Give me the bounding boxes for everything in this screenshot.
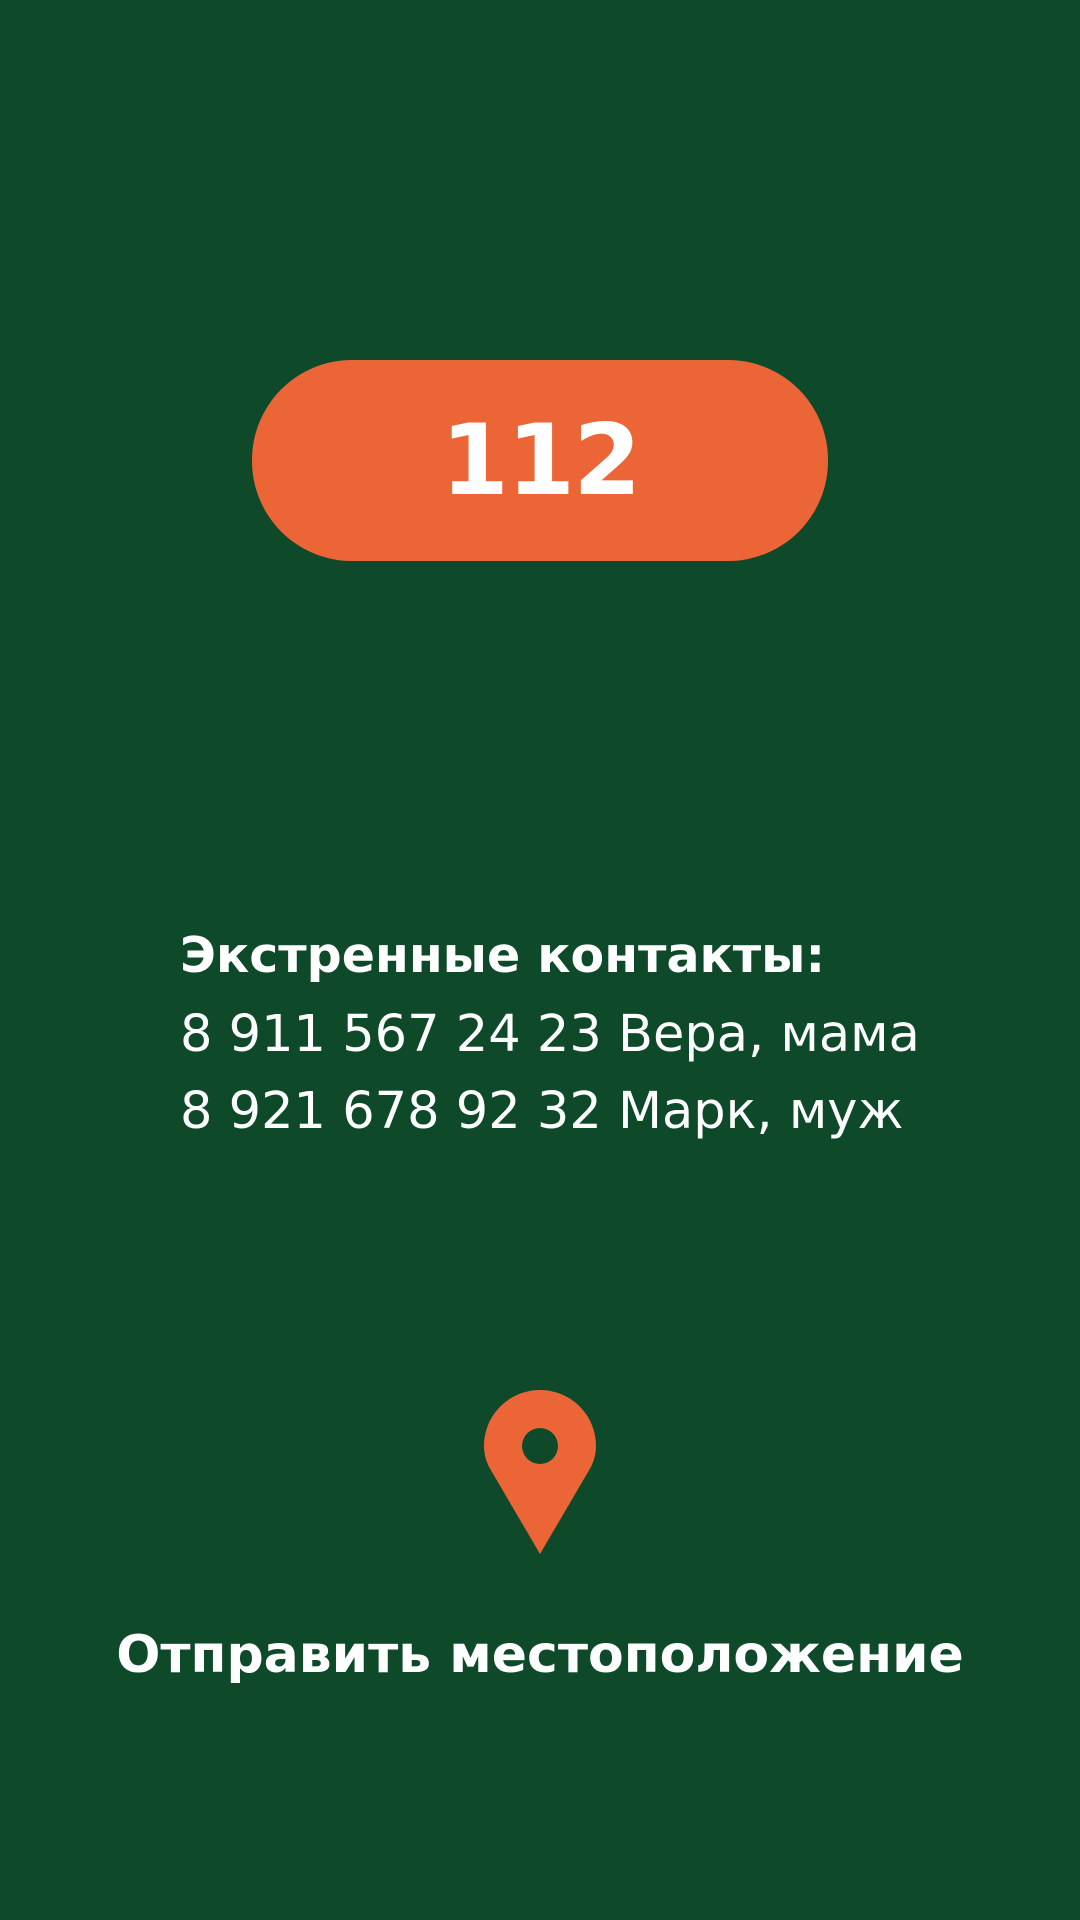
emergency-contacts: Экстренные контакты: 8 911 567 24 23 Вер… bbox=[180, 916, 1000, 1150]
emergency-call-button[interactable]: 112 bbox=[252, 360, 828, 561]
contact-item[interactable]: 8 911 567 24 23 Вера, мама bbox=[180, 996, 1000, 1073]
contacts-title: Экстренные контакты: bbox=[180, 927, 826, 984]
emergency-number: 112 bbox=[440, 403, 642, 518]
contact-item[interactable]: 8 921 678 92 32 Марк, муж bbox=[180, 1073, 1000, 1150]
map-pin-icon[interactable] bbox=[484, 1390, 596, 1556]
send-location-button[interactable]: Отправить местоположение bbox=[0, 1615, 1080, 1695]
